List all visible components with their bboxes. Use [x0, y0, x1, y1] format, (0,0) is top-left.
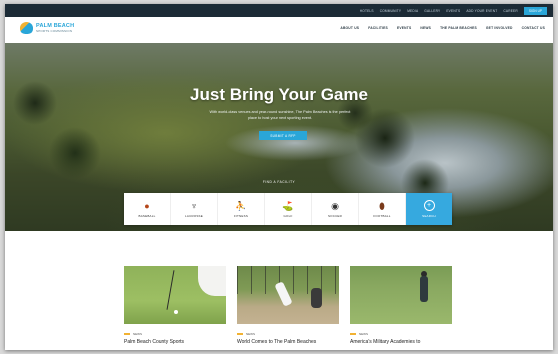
hero-title: Just Bring Your Game: [190, 85, 368, 104]
nav-item-get-involved[interactable]: GET INVOLVED: [486, 26, 513, 30]
sport-item-golf[interactable]: ⛳ GOLF: [265, 193, 312, 225]
nav-item-palm-beaches[interactable]: THE PALM BEACHES: [440, 26, 477, 30]
news-card-title[interactable]: America's Military Academies to: [350, 339, 452, 345]
search-all-icon: +: [423, 200, 435, 211]
tag-accent-bar: [237, 333, 243, 335]
sport-item-baseball[interactable]: ● BASEBALL: [124, 193, 171, 225]
baseball-icon: ●: [144, 200, 150, 211]
nav-item-about[interactable]: ABOUT US: [340, 26, 359, 30]
utility-link[interactable]: COMMUNITY: [380, 9, 401, 13]
utility-link[interactable]: EVENTS: [446, 9, 460, 13]
news-tag: NEWS: [350, 332, 452, 336]
news-cards: NEWS Palm Beach County Sports NEWS World…: [124, 266, 452, 345]
news-tag-label: NEWS: [359, 332, 368, 336]
utility-link[interactable]: CAREER: [503, 9, 517, 13]
site-header: PALM BEACH SPORTS COMMISSION ABOUT US FA…: [5, 17, 553, 43]
utility-link[interactable]: GALLERY: [424, 9, 440, 13]
logo-tagline: SPORTS COMMISSION: [36, 29, 73, 33]
news-card-title[interactable]: World Comes to The Palm Beaches: [237, 339, 339, 345]
sport-item-search[interactable]: + SEARCH: [406, 193, 452, 225]
sport-item-fitness[interactable]: ⛹ FITNESS: [218, 193, 265, 225]
sport-item-soccer[interactable]: ◉ SOCCER: [312, 193, 359, 225]
lacrosse-icon: ♆: [190, 200, 198, 211]
news-tag-label: NEWS: [133, 332, 142, 336]
fitness-icon: ⛹: [235, 200, 247, 211]
site-logo[interactable]: PALM BEACH SPORTS COMMISSION: [20, 22, 74, 34]
news-tag: NEWS: [237, 332, 339, 336]
tag-accent-bar: [350, 333, 356, 335]
utility-link[interactable]: MEDIA: [407, 9, 418, 13]
browser-frame: HOTELS COMMUNITY MEDIA GALLERY EVENTS AD…: [5, 4, 553, 350]
sign-up-button[interactable]: SIGN UP: [523, 6, 547, 15]
golf-icon: ⛳: [282, 200, 294, 211]
news-card-title[interactable]: Palm Beach County Sports: [124, 339, 226, 345]
sport-label: FOOTBALL: [373, 213, 391, 218]
nav-item-news[interactable]: NEWS: [420, 26, 431, 30]
news-card[interactable]: NEWS America's Military Academies to: [350, 266, 452, 345]
football-icon: ⬮: [379, 200, 385, 211]
nav-item-facilities[interactable]: FACILITIES: [368, 26, 388, 30]
tag-accent-bar: [124, 333, 130, 335]
utility-bar: HOTELS COMMUNITY MEDIA GALLERY EVENTS AD…: [5, 4, 553, 17]
sport-selector: ● BASEBALL ♆ LACROSSE ⛹ FITNESS ⛳ GOLF ◉…: [124, 193, 452, 225]
utility-link[interactable]: ADD YOUR EVENT: [466, 9, 497, 13]
news-card[interactable]: NEWS World Comes to The Palm Beaches: [237, 266, 339, 345]
news-tag-label: NEWS: [246, 332, 255, 336]
sport-label: BASEBALL: [138, 213, 156, 218]
hero-subtitle: With world-class venues and year-round s…: [209, 110, 351, 120]
utility-link[interactable]: HOTELS: [360, 9, 374, 13]
sport-item-football[interactable]: ⬮ FOOTBALL: [359, 193, 406, 225]
hero-banner: Just Bring Your Game With world-class ve…: [5, 43, 553, 231]
soccer-icon: ◉: [331, 200, 339, 211]
sport-label: SEARCH: [422, 214, 436, 218]
sport-label: SOCCER: [327, 213, 343, 218]
sport-label: LACROSSE: [185, 213, 203, 218]
find-facility-label: FIND A FACILITY: [262, 180, 296, 184]
news-card-image: [237, 266, 339, 324]
news-tag: NEWS: [124, 332, 226, 336]
logo-mark-icon: [20, 22, 33, 34]
news-card-image: [350, 266, 452, 324]
sport-label: GOLF: [283, 213, 293, 218]
sport-item-lacrosse[interactable]: ♆ LACROSSE: [171, 193, 218, 225]
nav-item-contact[interactable]: CONTACT US: [522, 26, 545, 30]
sport-label: FITNESS: [233, 213, 249, 218]
submit-rfp-button[interactable]: SUBMIT A RFP: [259, 131, 307, 140]
main-nav: ABOUT US FACILITIES EVENTS NEWS THE PALM…: [340, 26, 545, 30]
nav-item-events[interactable]: EVENTS: [397, 26, 411, 30]
news-card[interactable]: NEWS Palm Beach County Sports: [124, 266, 226, 345]
news-card-image: [124, 266, 226, 324]
